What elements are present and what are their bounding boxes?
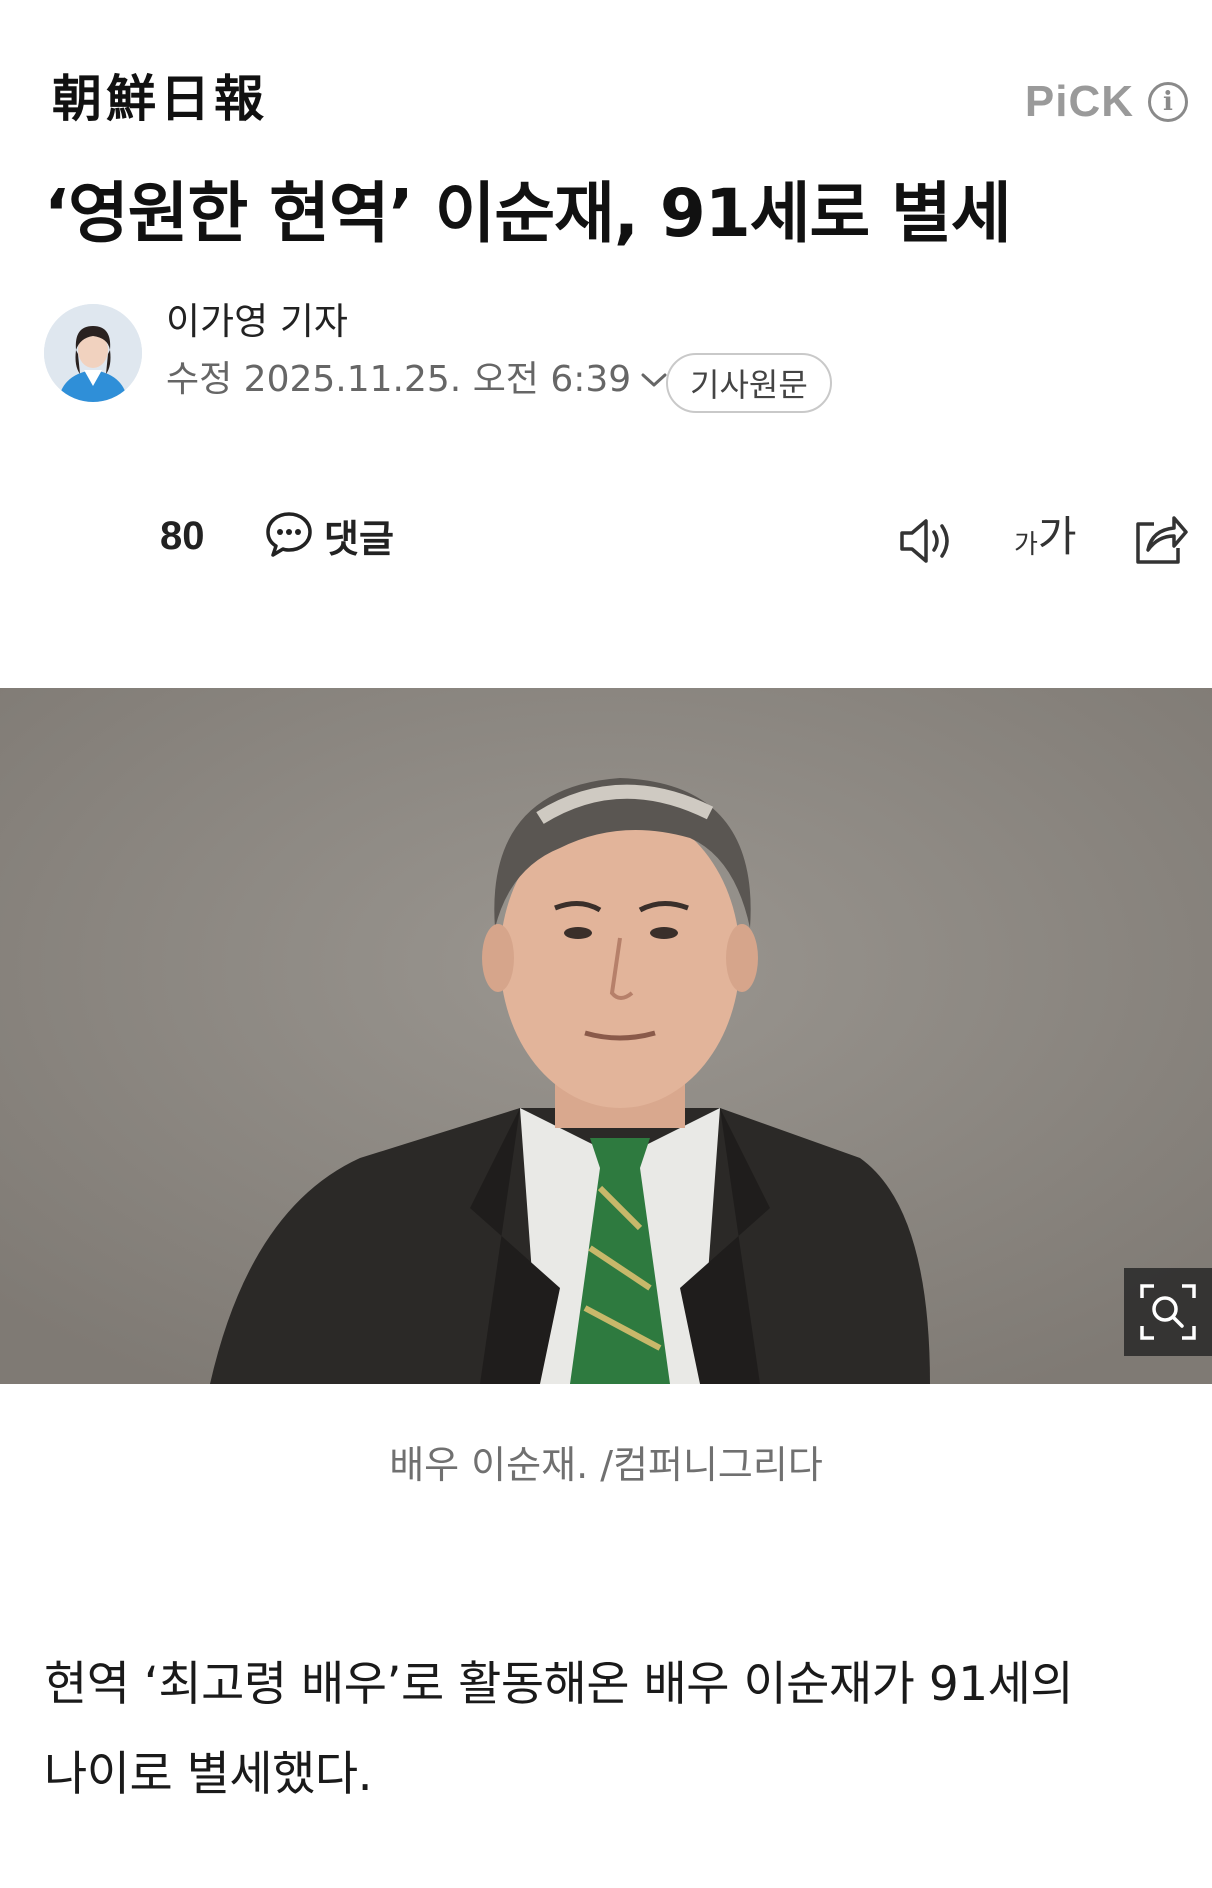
comment-label: 댓글 — [324, 517, 394, 561]
article-photo[interactable] — [0, 688, 1212, 1384]
reporter-name[interactable]: 이가영 기자 — [166, 301, 348, 343]
original-article-button[interactable]: 기사원문 — [666, 353, 832, 413]
avatar-image — [44, 304, 142, 402]
photo-caption: 배우 이순재. /컴퍼니그리다 — [389, 1443, 823, 1487]
updated-date-text: 수정 2025.11.25. 오전 6:39 — [166, 359, 632, 400]
reaction-count[interactable]: 80 — [160, 516, 205, 556]
pick-badge[interactable]: PiCK i — [1025, 80, 1188, 124]
share-icon[interactable] — [1132, 512, 1190, 570]
updated-date[interactable]: 수정 2025.11.25. 오전 6:39 — [166, 360, 669, 400]
chevron-down-icon[interactable] — [639, 370, 669, 390]
speaker-icon[interactable] — [898, 516, 956, 570]
article-headline: ‘영원한 현역’ 이순재, 91세로 별세 — [44, 175, 1012, 252]
photo-portrait-image — [0, 688, 1212, 1384]
comment-button[interactable]: 댓글 — [264, 508, 394, 563]
comment-icon — [264, 509, 314, 563]
article-body-paragraph: 현역 ‘최고령 배우’로 활동해온 배우 이순재가 91세의 나이로 별세했다. — [44, 1657, 1074, 1802]
pick-label: PiCK — [1024, 77, 1134, 126]
zoom-icon[interactable] — [1124, 1268, 1212, 1356]
newspaper-logo[interactable]: 朝鮮日報 — [52, 74, 268, 124]
reporter-avatar[interactable] — [44, 304, 142, 402]
font-size-small-label: 가 — [1014, 530, 1038, 560]
info-icon[interactable]: i — [1148, 82, 1188, 122]
font-size-button[interactable]: 가 가 — [1014, 512, 1077, 561]
font-size-big-label: 가 — [1037, 512, 1077, 561]
